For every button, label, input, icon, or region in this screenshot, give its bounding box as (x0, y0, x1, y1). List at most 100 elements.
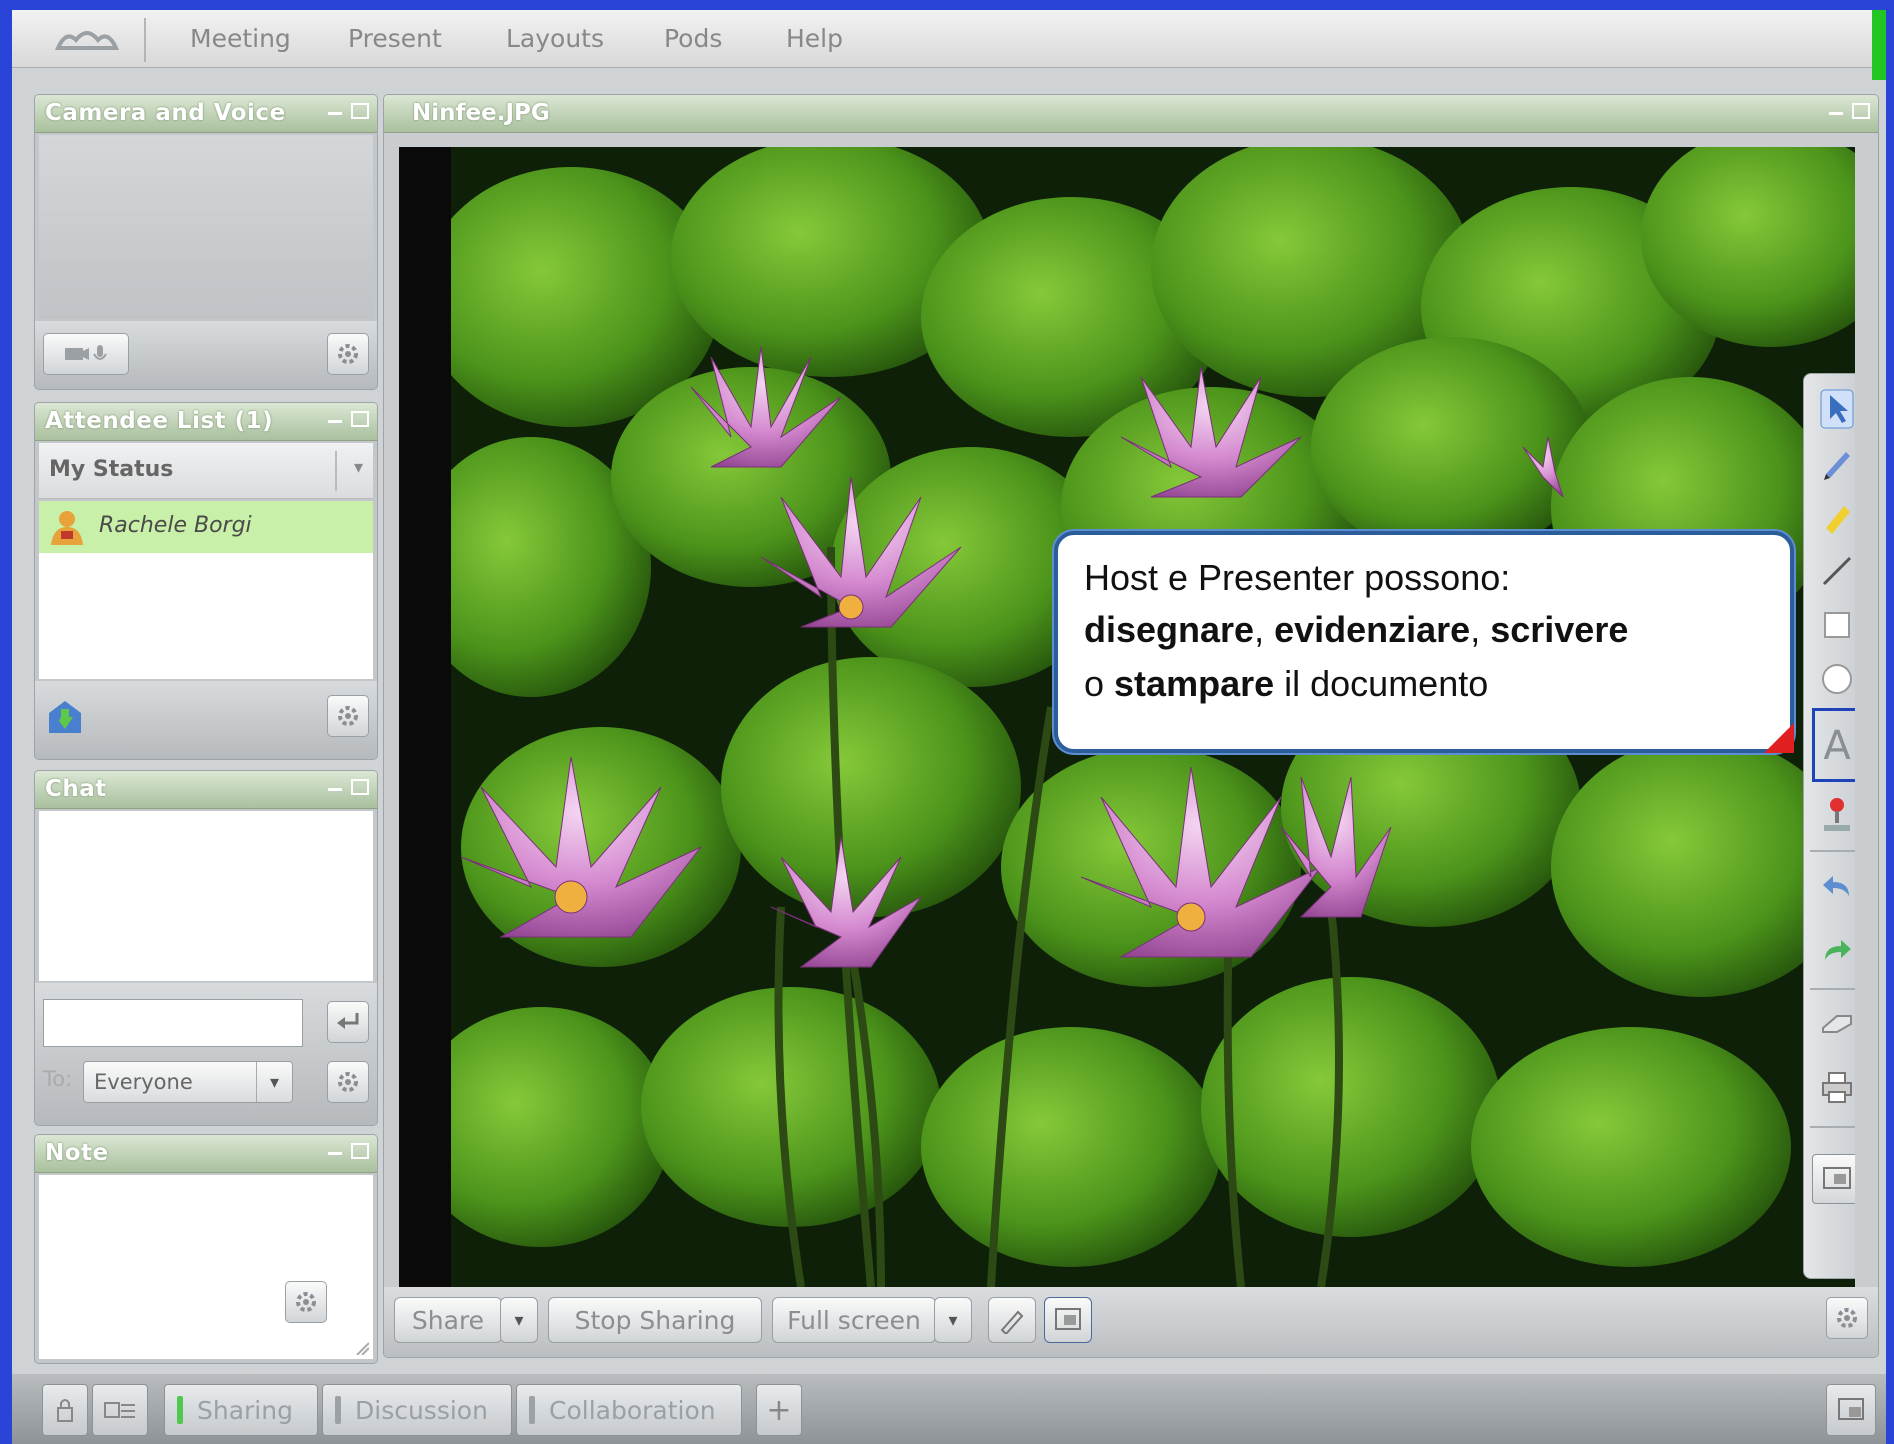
maximize-icon[interactable] (351, 103, 369, 119)
camera-video-area (39, 135, 373, 319)
ellipse-icon[interactable] (1812, 654, 1855, 704)
gear-icon (296, 1292, 316, 1312)
tab-sharing[interactable]: Sharing (164, 1384, 318, 1436)
share-button[interactable]: Share (394, 1297, 502, 1343)
highlighter-icon[interactable] (1812, 492, 1855, 542)
pod-titlebar[interactable]: Ninfee.JPG (384, 95, 1878, 133)
callout-line-2: disegnare, evidenziare, scrivere (1084, 609, 1628, 651)
full-screen-dropdown-button[interactable]: ▾ (934, 1297, 972, 1343)
pointer-icon[interactable] (1812, 384, 1855, 434)
pod-title: Camera and Voice (45, 100, 286, 126)
callout-print: stampare (1114, 663, 1275, 704)
pod-titlebar[interactable]: Attendee List (1) (35, 403, 377, 441)
tab-collaboration[interactable]: Collaboration (516, 1384, 742, 1436)
pod-titlebar[interactable]: Camera and Voice (35, 95, 377, 133)
stop-sharing-button[interactable]: Stop Sharing (548, 1297, 762, 1343)
pod-titlebar[interactable]: Note (35, 1135, 377, 1173)
print-icon[interactable] (1812, 1062, 1855, 1112)
pod-options-button[interactable] (285, 1281, 327, 1323)
annotation-callout[interactable]: Host e Presenter possono: disegnare, evi… (1054, 531, 1794, 753)
callout-document: il documento (1274, 663, 1489, 704)
callout-line-1: Host e Presenter possono: (1084, 557, 1511, 598)
enter-icon (337, 1013, 359, 1029)
gear-icon (338, 344, 358, 364)
maximize-icon[interactable] (351, 779, 369, 795)
pod-options-button[interactable] (327, 695, 369, 737)
text-icon[interactable]: A (1812, 708, 1855, 782)
pod-titlebar[interactable]: Chat (35, 771, 377, 809)
resize-grip-icon[interactable] (355, 1341, 369, 1355)
callout-resize-icon[interactable] (1764, 723, 1794, 753)
undo-icon[interactable] (1812, 862, 1855, 912)
recipient-dropdown[interactable]: Everyone ▾ (83, 1061, 293, 1103)
add-attendee-button[interactable] (43, 695, 87, 739)
gear-icon (338, 706, 358, 726)
chat-messages (39, 811, 373, 981)
share-dropdown-button[interactable]: ▾ (500, 1297, 538, 1343)
pod-options-button[interactable] (327, 333, 369, 375)
chevron-down-icon: ▾ (948, 1309, 958, 1331)
lock-layout-button[interactable] (42, 1384, 88, 1436)
eraser-icon[interactable] (1812, 998, 1855, 1048)
maximize-icon[interactable] (351, 1143, 369, 1159)
chat-input[interactable] (43, 999, 303, 1047)
pencil-icon[interactable] (1812, 438, 1855, 488)
sync-toggle-button[interactable] (1044, 1297, 1092, 1343)
attendee-list-pod: Attendee List (1) My Status ▾ Rachele Bo… (34, 402, 378, 760)
maximize-icon[interactable] (351, 411, 369, 427)
redo-icon[interactable] (1812, 926, 1855, 976)
screen-icon[interactable] (1812, 1154, 1855, 1204)
chevron-down-icon[interactable]: ▾ (354, 457, 363, 478)
line-icon[interactable] (1812, 546, 1855, 596)
share-footer: Share ▾ Stop Sharing Full screen ▾ (384, 1287, 1878, 1357)
camera-mic-button[interactable] (43, 333, 129, 375)
tab-indicator (529, 1396, 535, 1424)
minimize-icon[interactable] (325, 103, 345, 123)
attendee-row[interactable]: Rachele Borgi (39, 501, 373, 553)
minimize-icon[interactable] (325, 1143, 345, 1163)
menu-layouts[interactable]: Layouts (506, 24, 604, 53)
callout-sep: , (1254, 609, 1275, 650)
note-body[interactable] (39, 1175, 373, 1359)
tab-discussion[interactable]: Discussion (322, 1384, 512, 1436)
send-button[interactable] (327, 1001, 369, 1043)
lock-icon (57, 1399, 73, 1422)
my-status-dropdown[interactable]: My Status ▾ (39, 443, 373, 499)
menu-present[interactable]: Present (348, 24, 442, 53)
layout-manager-button[interactable] (92, 1384, 148, 1436)
connect-logo[interactable] (30, 18, 146, 62)
my-status-label: My Status (49, 457, 174, 482)
add-layout-button[interactable]: + (756, 1384, 802, 1436)
attendee-name: Rachele Borgi (99, 513, 252, 538)
rectangle-icon[interactable] (1812, 600, 1855, 650)
minimize-icon[interactable] (1826, 103, 1846, 123)
layout-options-icon (1838, 1398, 1864, 1420)
layout-bar: Sharing Discussion Collaboration + (12, 1374, 1886, 1444)
maximize-icon[interactable] (1852, 103, 1870, 119)
toolbar-divider (1810, 1126, 1855, 1128)
tab-label: Sharing (197, 1395, 293, 1425)
chat-pod: Chat To: Everyone ▾ (34, 770, 378, 1126)
minimize-icon[interactable] (325, 779, 345, 799)
menu-help[interactable]: Help (786, 24, 843, 53)
menu-pods[interactable]: Pods (664, 24, 722, 53)
draw-toggle-button[interactable] (988, 1297, 1036, 1343)
pod-footer (35, 321, 377, 389)
toolbar-divider (1810, 988, 1855, 990)
chevron-down-icon[interactable]: ▾ (256, 1062, 292, 1102)
callout-write: scrivere (1490, 609, 1629, 650)
minimize-icon[interactable] (325, 411, 345, 431)
callout-or: o (1084, 663, 1115, 704)
full-screen-button[interactable]: Full screen (772, 1297, 936, 1343)
pod-options-button[interactable] (327, 1061, 369, 1103)
stamp-icon[interactable] (1812, 790, 1855, 840)
menu-meeting[interactable]: Meeting (190, 24, 291, 53)
pod-options-button[interactable] (1826, 1297, 1868, 1339)
dropdown-divider (335, 451, 337, 491)
callout-highlight: evidenziare (1274, 609, 1471, 650)
layout-options-button[interactable] (1826, 1384, 1876, 1436)
app-window: Meeting Present Layouts Pods Help Camera… (0, 0, 1894, 1444)
callout-sep: , (1470, 609, 1491, 650)
shared-document-stage[interactable]: Host e Presenter possono: disegnare, evi… (399, 147, 1855, 1287)
host-icon (51, 511, 83, 545)
